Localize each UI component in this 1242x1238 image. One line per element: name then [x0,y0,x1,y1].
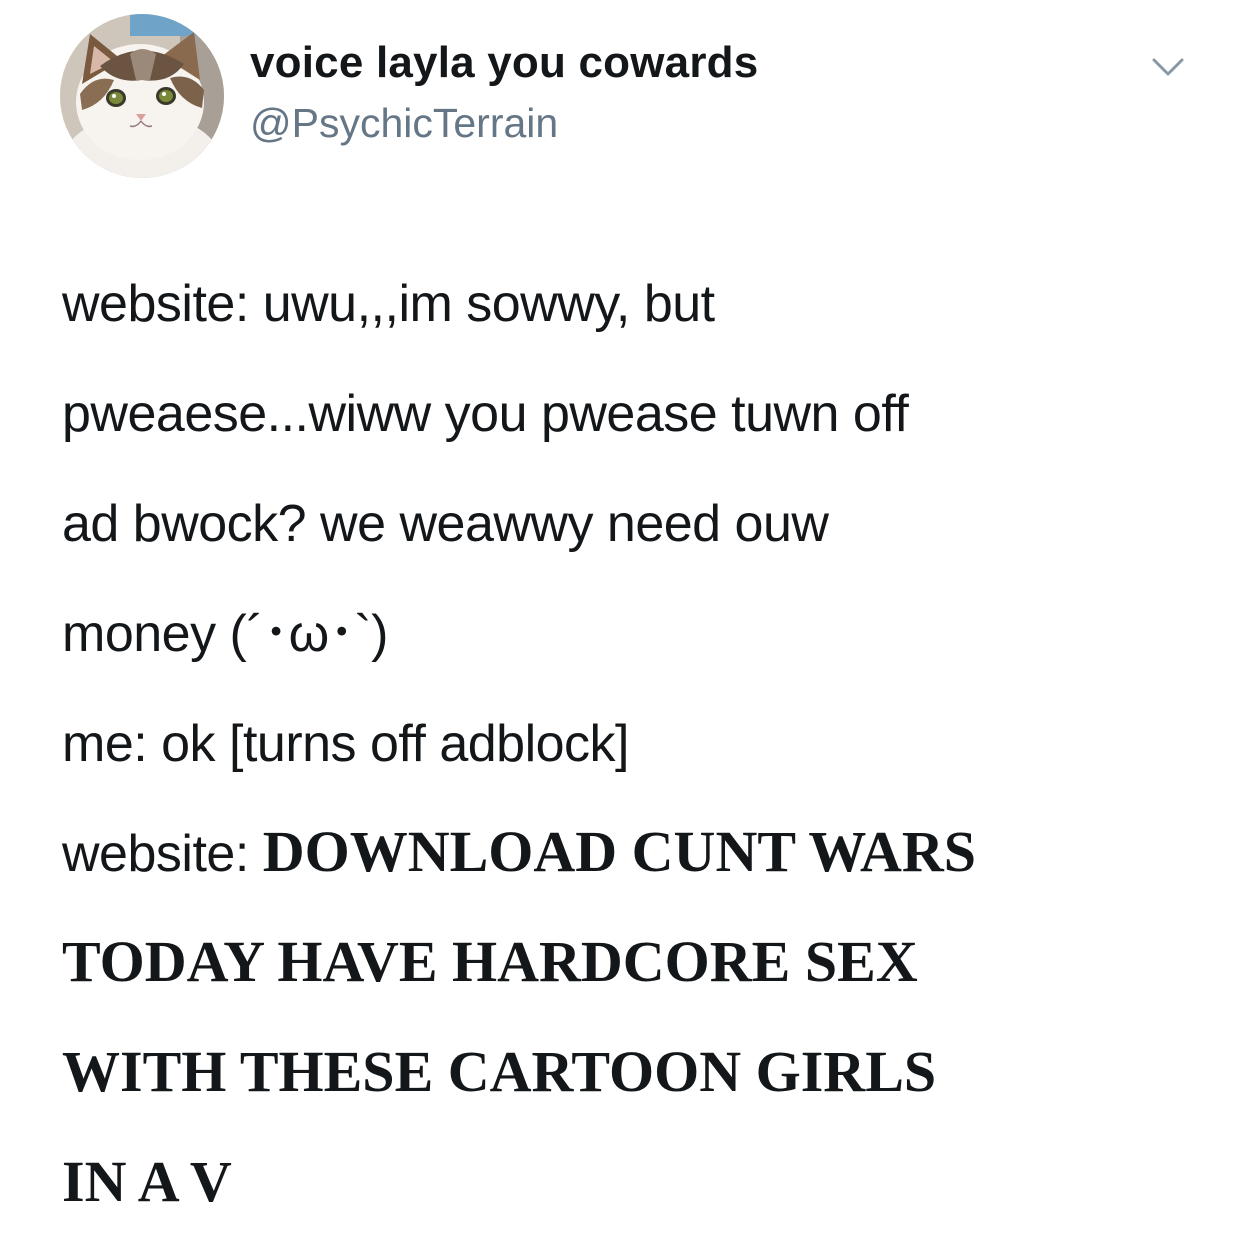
user-handle[interactable]: @PsychicTerrain [250,100,558,147]
tweet-line: WITH THESE CARTOON GIRLS [62,1039,937,1104]
avatar[interactable] [60,14,224,178]
tweet-line: TODAY HAVE HARDCORE SEX [62,929,918,994]
tweet-line: money (´･ω･`) [62,605,388,663]
tweet: voice layla you cowards @PsychicTerrain … [0,0,1242,1214]
tweet-text: website: uwu,,,im sowwy, but pweaese...w… [62,248,1202,1238]
tweet-line: ad bwock? we weawwy need ouw [62,495,829,553]
tweet-line: website: uwu,,,im sowwy, but [62,275,715,333]
chevron-down-icon[interactable] [1148,52,1188,82]
tweet-line: pweaese...wiww you pwease tuwn off [62,385,909,443]
display-name[interactable]: voice layla you cowards [250,38,758,88]
tweet-line: website: DOWNLOAD CUNT WARS [62,819,977,884]
tweet-line: me: ok [turns off adblock] [62,715,630,773]
tweet-line: IN A V [62,1149,232,1214]
cat-avatar-image [60,14,224,178]
